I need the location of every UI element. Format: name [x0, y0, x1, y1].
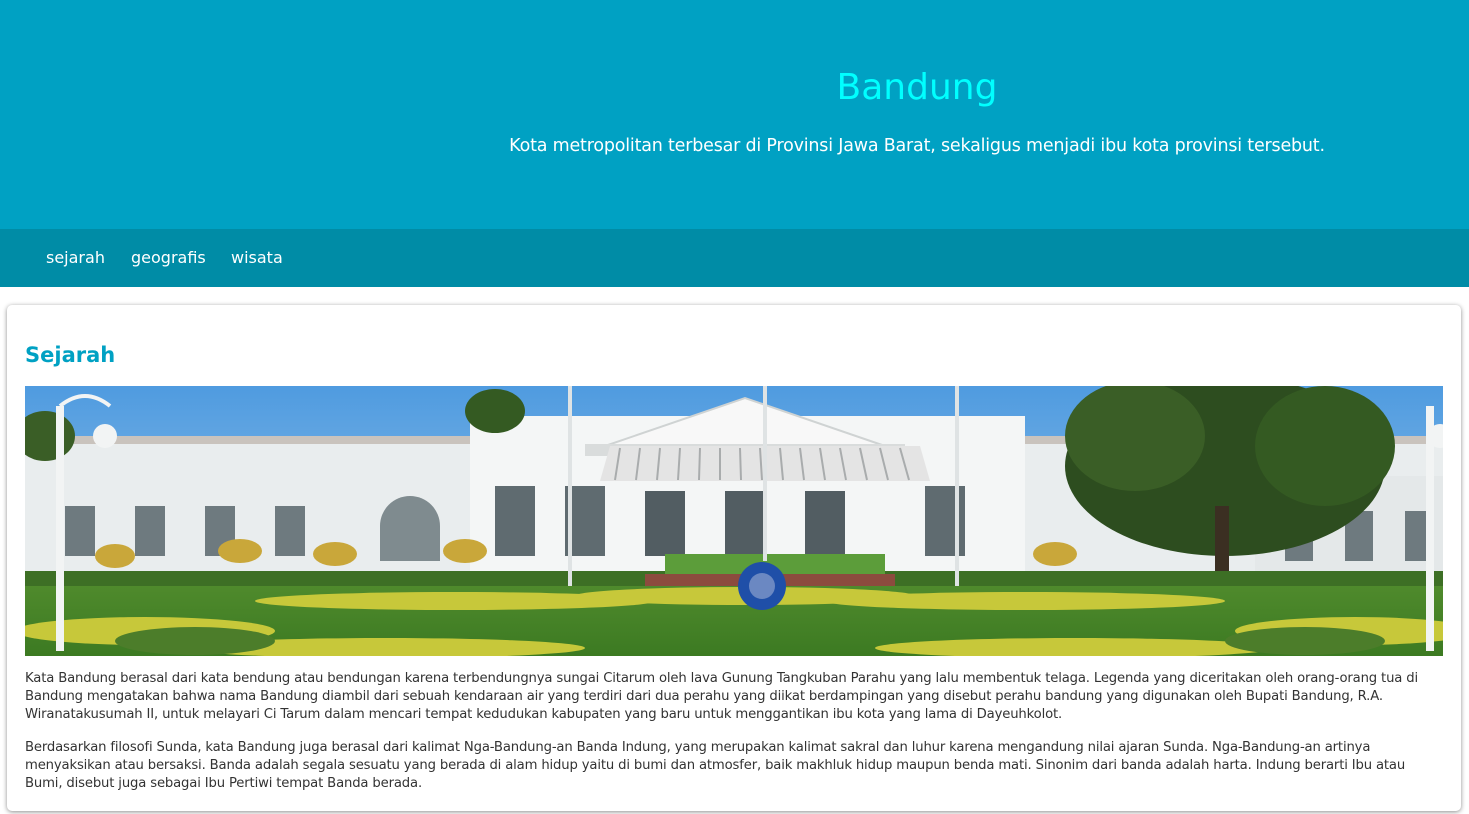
- section-heading: Sejarah: [25, 343, 116, 367]
- site-title: Bandung: [836, 67, 998, 108]
- paragraph-1: Kata Bandung berasal dari kata bendung a…: [25, 671, 1418, 722]
- paragraph-2: Berdasarkan filosofi Sunda, kata Bandung…: [25, 740, 1406, 791]
- nav-link-wisata[interactable]: wisata: [231, 229, 283, 287]
- nav-link-sejarah[interactable]: sejarah: [46, 229, 105, 287]
- main-nav: sejarah geografis wisata: [0, 229, 1469, 287]
- site-tagline: Kota metropolitan terbesar di Provinsi J…: [509, 136, 1325, 156]
- content-card: Sejarah Kata Bandung berasal dari kata b…: [7, 305, 1461, 811]
- page-header: Bandung Kota metropolitan terbesar di Pr…: [0, 0, 1469, 229]
- nav-link-geografis[interactable]: geografis: [131, 229, 206, 287]
- section-photo: [25, 386, 1443, 656]
